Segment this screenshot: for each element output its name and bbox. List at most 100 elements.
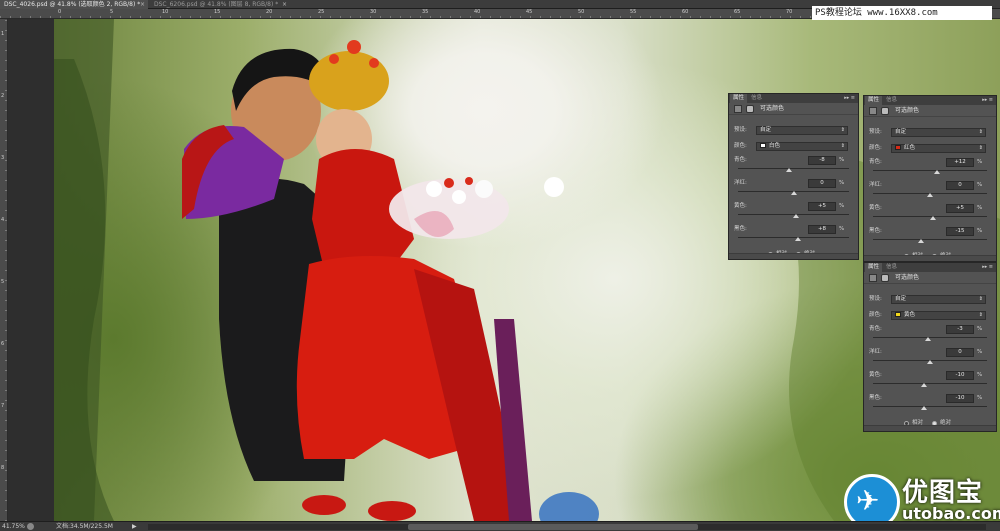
slider-value-input[interactable]: +5 [946,204,974,213]
slider-thumb[interactable] [927,193,933,197]
slider-thumb[interactable] [921,383,928,387]
tab-info[interactable]: 信息 [748,94,765,103]
color-label: 颜色: [734,143,747,149]
panel-footer [864,425,996,431]
slider-thumb[interactable] [918,239,925,243]
slider-track[interactable] [738,168,849,169]
vertical-ruler[interactable]: 1 2 3 4 5 6 7 8 [0,19,8,521]
document-tab-active[interactable]: DSC_4026.psd @ 41.8% (选取颜色 2, RGB/8) * × [0,0,148,9]
color-row: 颜色: 黄色 ⇕ [864,311,996,320]
preset-dropdown[interactable]: 自定 ⇕ [891,128,986,137]
adjustment-layer-icon [869,107,877,115]
tab-properties[interactable]: 属性 [730,94,748,103]
panel-menu-icon[interactable]: ▸▸ ≡ [982,96,993,105]
slider-thumb[interactable] [921,406,928,410]
document-tab-inactive[interactable]: DSC_6206.psd @ 41.8% (图层 8, RGB/8) * × [150,0,290,9]
tab-properties[interactable]: 属性 [865,96,883,105]
slider-value-input[interactable]: -10 [946,371,974,380]
slider-label: 黑色: [869,228,882,234]
slider-row: 黄色: +5 % [864,204,996,213]
adjustment-layer-icon [869,274,877,282]
ruler-tick-label: 5 [1,279,5,285]
slider-thumb[interactable] [794,237,801,241]
slider-value-input[interactable]: +8 [808,225,836,234]
ruler-tick-label: 65 [734,9,741,15]
slider-value-input[interactable]: 0 [946,348,974,357]
document-size: 文档:34.5M/225.5M [56,523,113,530]
panel-menu-icon[interactable]: ▸▸ ≡ [844,94,855,103]
slider-value-input[interactable]: 0 [946,181,974,190]
color-row: 颜色: 白色 ⇕ [729,142,858,151]
tab-properties[interactable]: 属性 [865,263,883,272]
preset-label: 预设: [869,296,882,302]
slider-thumb[interactable] [929,216,936,220]
ruler-tick-label: 3 [1,155,5,161]
slider-value-input[interactable]: +12 [946,158,974,167]
slider-row: 黄色: +5 % [729,202,858,211]
horizontal-scrollbar[interactable] [148,524,986,530]
mask-icon[interactable] [746,105,754,113]
panel-footer [729,253,858,259]
mask-icon[interactable] [881,107,889,115]
slider-track[interactable] [873,383,987,384]
percent-unit: % [977,228,983,234]
slider-row: 黄色: -10 % [864,371,996,380]
slider-label: 青色: [869,326,882,332]
percent-unit: % [977,395,983,401]
slider-track[interactable] [738,237,849,238]
slider-track[interactable] [873,170,987,171]
slider-track[interactable] [873,239,987,240]
slider-label: 黄色: [869,372,882,378]
slider-row: 洋红: 0 % [864,348,996,357]
status-bar: 41.75% 文档:34.5M/225.5M ▶ [0,521,1000,531]
slider-label: 黄色: [869,205,882,211]
color-dropdown[interactable]: 红色 ⇕ [891,144,986,153]
tab-info[interactable]: 信息 [883,263,900,272]
preset-value: 自定 [895,296,907,302]
status-menu-arrow-icon[interactable]: ▶ [132,522,137,531]
slider-value-input[interactable]: -8 [808,156,836,165]
slider-thumb[interactable] [793,214,800,218]
preset-label: 预设: [734,127,747,133]
slider-thumb[interactable] [790,191,797,195]
percent-unit: % [977,159,983,165]
color-label: 颜色: [869,312,882,318]
adjustment-layer-icon [734,105,742,113]
ruler-tick-label: 40 [474,9,481,15]
close-icon[interactable]: × [282,0,287,9]
ruler-tick-label: 0 [58,9,62,15]
scrollbar-thumb[interactable] [408,524,698,530]
slider-thumb[interactable] [933,170,940,174]
color-swatch [895,145,901,150]
panel-menu-icon[interactable]: ▸▸ ≡ [982,263,993,272]
preset-dropdown[interactable]: 自定 ⇕ [756,126,848,135]
preset-dropdown[interactable]: 自定 ⇕ [891,295,986,304]
slider-row: 洋红: 0 % [864,181,996,190]
ruler-tick-label: 8 [1,465,5,471]
slider-label: 青色: [734,157,747,163]
tab-info[interactable]: 信息 [883,96,900,105]
panel-header: 可选颜色 [864,272,996,284]
slider-row: 青色: -8 % [729,156,858,165]
zoom-level[interactable]: 41.75% [2,522,25,531]
color-row: 颜色: 红色 ⇕ [864,144,996,153]
slider-value-input[interactable]: -15 [946,227,974,236]
close-icon[interactable]: × [140,0,145,9]
slider-thumb[interactable] [786,168,793,172]
slider-track[interactable] [873,406,987,407]
watermark-top: PS教程论坛 www.16XX8.com [812,6,992,20]
slider-thumb[interactable] [927,360,933,364]
slider-value-input[interactable]: +5 [808,202,836,211]
ruler-tick-label: 55 [630,9,637,15]
zoom-icon[interactable] [27,523,34,530]
slider-label: 黑色: [869,395,882,401]
slider-thumb[interactable] [925,337,932,341]
preset-row: 预设: 自定 ⇕ [864,295,996,304]
color-dropdown[interactable]: 黄色 ⇕ [891,311,986,320]
slider-value-input[interactable]: -10 [946,394,974,403]
color-dropdown[interactable]: 白色 ⇕ [756,142,848,151]
slider-value-input[interactable]: -3 [946,325,974,334]
percent-unit: % [839,157,845,163]
slider-value-input[interactable]: 0 [808,179,836,188]
mask-icon[interactable] [881,274,889,282]
